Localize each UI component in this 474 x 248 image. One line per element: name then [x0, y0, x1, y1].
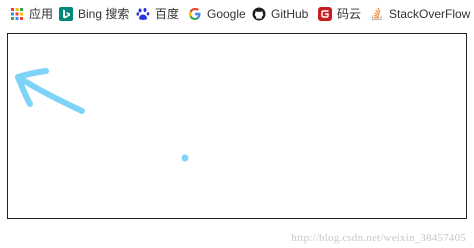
drawing-canvas[interactable]	[7, 33, 467, 219]
arrow-stroke	[15, 68, 85, 114]
apps-grid-icon	[11, 8, 23, 20]
bookmark-github[interactable]: GitHub	[252, 3, 308, 25]
bookmark-stackoverflow[interactable]: StackOverFlow	[370, 3, 470, 25]
bookmark-label: Google	[207, 7, 246, 21]
baidu-paw-icon	[136, 8, 150, 20]
google-g-icon	[189, 8, 201, 20]
bookmark-label: StackOverFlow	[389, 7, 471, 21]
bookmark-label: 百度	[155, 7, 180, 21]
canvas-dot	[181, 154, 189, 162]
bookmark-baidu[interactable]: 百度	[136, 3, 179, 25]
stackoverflow-icon	[371, 7, 382, 21]
bookmark-label: 码云	[337, 7, 362, 21]
canvas-drawing	[15, 68, 189, 162]
gitee-icon	[318, 7, 332, 21]
bing-icon	[59, 7, 73, 21]
bookmark-gitee[interactable]: 码云	[318, 3, 361, 25]
bookmark-google[interactable]: Google	[188, 3, 246, 25]
bookmark-label: 应用	[29, 7, 54, 21]
bookmark-bing[interactable]: Bing 搜索	[59, 3, 129, 25]
bookmark-label: Bing 搜索	[78, 7, 130, 21]
watermark-url: http://blog.csdn.net/weixin_38457405	[291, 232, 466, 244]
bookmarks-bar: 应用 Bing 搜索 百度 Google GitHub 码云 StackOver…	[0, 0, 474, 28]
github-octocat-icon	[252, 7, 266, 21]
bookmark-label: GitHub	[271, 7, 309, 21]
bookmark-apps[interactable]: 应用	[10, 3, 53, 25]
